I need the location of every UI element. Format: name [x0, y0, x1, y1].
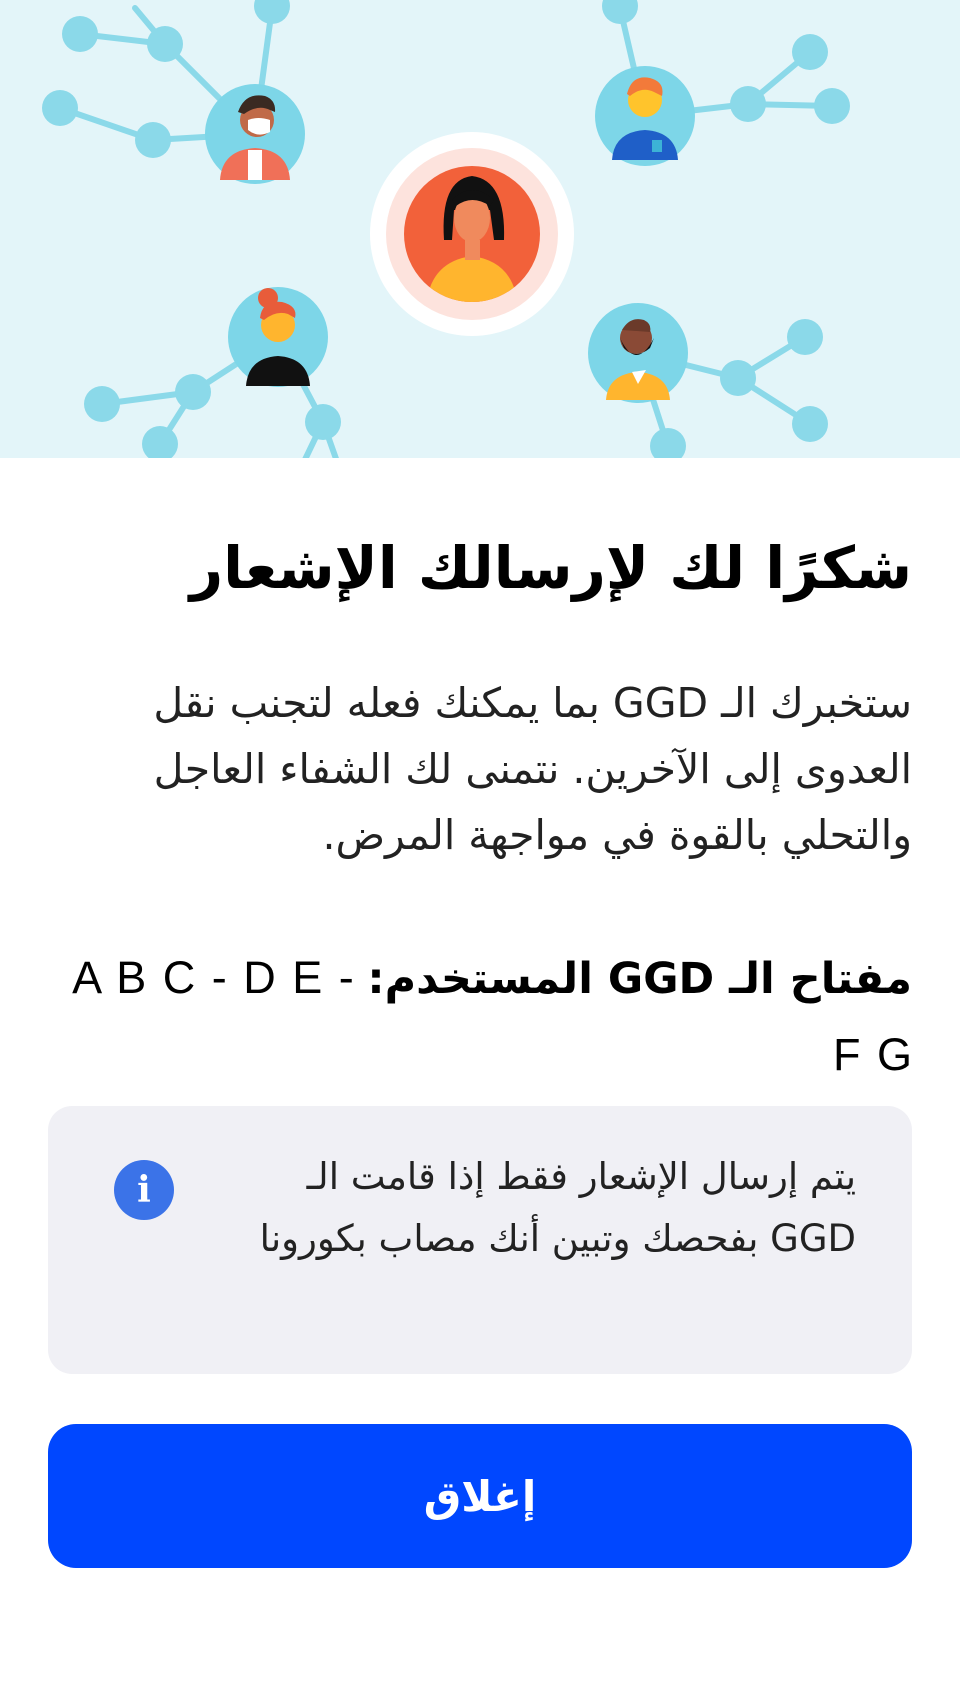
contact-avatar — [228, 287, 328, 387]
close-button[interactable]: إغلاق — [48, 1424, 912, 1568]
info-box: i يتم إرسال الإشعار فقط إذا قامت الـ GGD… — [48, 1106, 912, 1374]
contact-avatar — [205, 84, 305, 184]
ggd-key: مفتاح الـ GGD المستخدم: A B C - D E - F … — [48, 940, 912, 1094]
contact-avatar — [588, 303, 688, 403]
info-icon: i — [114, 1160, 174, 1220]
contact-avatar — [595, 66, 695, 166]
page-title: شكرًا لك لإرسالك الإشعار — [189, 534, 912, 602]
info-text: يتم إرسال الإشعار فقط إذا قامت الـ GGD ب… — [259, 1155, 856, 1260]
contact-network-illustration — [42, 0, 850, 458]
explanation-text: ستخبرك الـ GGD بما يمكنك فعله لتجنب نقل … — [153, 679, 912, 859]
header-illustration — [0, 0, 960, 458]
ggd-key-label: مفتاح الـ GGD المستخدم: — [367, 954, 912, 1004]
current-user-avatar — [370, 132, 574, 336]
